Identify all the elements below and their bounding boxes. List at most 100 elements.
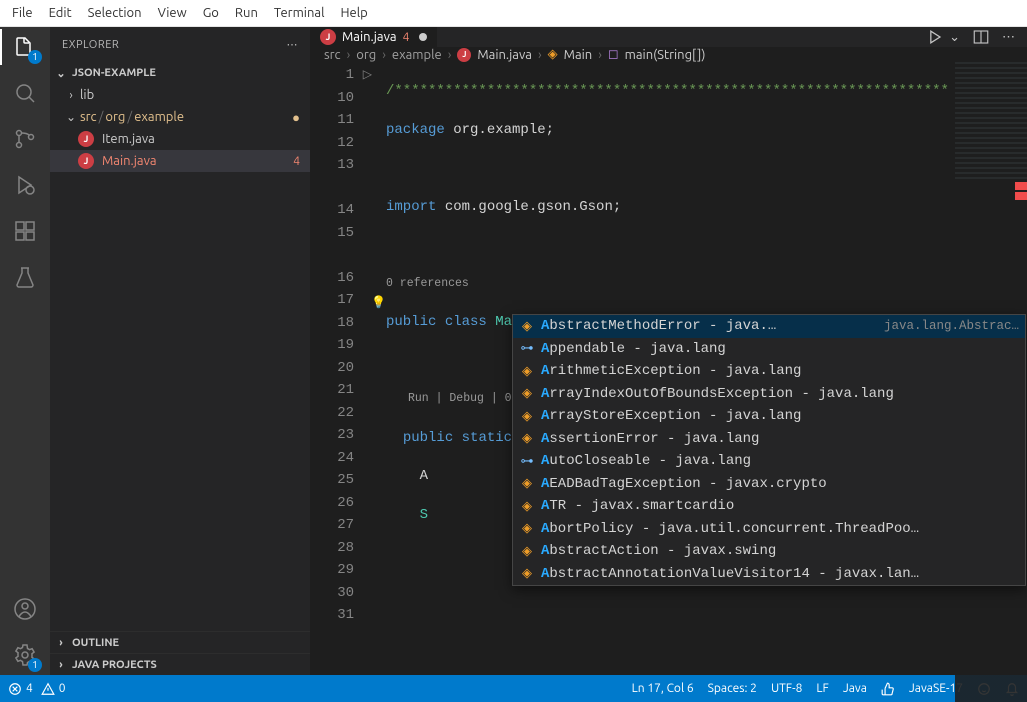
suggest-label: AbstractMethodError - java.… xyxy=(541,318,776,334)
interface-symbol-icon: ⊶ xyxy=(519,454,535,469)
breadcrumb-item[interactable]: main(String[]) xyxy=(625,48,706,62)
suggest-item[interactable]: ◈ArrayIndexOutOfBoundsException - java.l… xyxy=(513,383,1025,406)
line-number: 13 xyxy=(310,154,374,177)
java-projects-header[interactable]: › JAVA PROJECTS xyxy=(50,653,310,675)
split-editor-icon[interactable] xyxy=(972,28,990,46)
code-area[interactable]: /***************************************… xyxy=(374,62,1027,702)
line-number: 31 xyxy=(310,604,374,627)
java-projects-label: JAVA PROJECTS xyxy=(72,659,157,671)
tab-error-count: 4 xyxy=(403,31,410,44)
breadcrumb-item[interactable]: Main xyxy=(564,48,593,62)
menu-view[interactable]: View xyxy=(150,0,195,27)
suggest-item[interactable]: ◈ ATR - javax.smartcardio xyxy=(513,495,1025,518)
class-symbol-icon: ◈ xyxy=(519,499,535,514)
line-number: 27 xyxy=(310,514,374,537)
run-editor-icon[interactable] xyxy=(925,27,945,47)
settings-badge: 1 xyxy=(28,658,42,672)
class-symbol-icon: ◈ xyxy=(519,431,535,446)
suggest-widget[interactable]: ◈AbstractMethodError - java.…java.lang.A… xyxy=(512,314,1026,586)
menu-go[interactable]: Go xyxy=(195,0,227,27)
suggest-item[interactable]: ⊶Appendable - java.lang xyxy=(513,338,1025,361)
breadcrumb-item[interactable]: src xyxy=(324,48,341,62)
menu-edit[interactable]: Edit xyxy=(41,0,80,27)
settings-gear-icon[interactable]: 1 xyxy=(11,641,39,669)
editor[interactable]: 1 10 11 12 13 14 15 16 17 18 19 20 21 22… xyxy=(310,62,1027,702)
line-number: 23 xyxy=(310,424,374,447)
error-count: 4 xyxy=(293,155,300,168)
line-number: 28 xyxy=(310,537,374,560)
breadcrumbs[interactable]: src› org› example› J Main.java› ◈ Main› … xyxy=(310,47,1027,62)
modified-dot-icon: ● xyxy=(292,110,300,125)
tabs-bar: J Main.java 4 ⌄ ⋯ xyxy=(310,27,1027,47)
dirty-indicator-icon xyxy=(419,33,427,41)
suggest-label: AbstractAnnotationValueVisitor14 - javax… xyxy=(541,566,919,582)
suggest-item[interactable]: ◈ArrayStoreException - java.lang xyxy=(513,405,1025,428)
suggest-item[interactable]: ◈AbstractAction - javax.swing xyxy=(513,540,1025,563)
java-file-icon: J xyxy=(78,131,94,147)
chevron-down-icon: ⌄ xyxy=(64,110,78,124)
suggest-label: AbstractAction - javax.swing xyxy=(541,543,776,559)
source-control-icon[interactable] xyxy=(11,125,39,153)
suggest-item[interactable]: ◈ArithmeticException - java.lang xyxy=(513,360,1025,383)
run-debug-icon[interactable] xyxy=(11,171,39,199)
suggest-label: ATR - javax.smartcardio xyxy=(541,498,734,514)
suggest-label: AutoCloseable - java.lang xyxy=(541,453,751,469)
menubar: File Edit Selection View Go Run Terminal… xyxy=(0,0,1027,27)
menu-run[interactable]: Run xyxy=(227,0,266,27)
menu-help[interactable]: Help xyxy=(332,0,375,27)
line-number: 20 xyxy=(310,357,374,380)
line-number: 16 xyxy=(310,267,374,290)
tab-main-java[interactable]: J Main.java 4 xyxy=(310,27,438,47)
line-number: 1 xyxy=(310,64,374,87)
suggest-label: Appendable - java.lang xyxy=(541,341,726,357)
line-number: 15 xyxy=(310,222,374,245)
sidebar-more-icon[interactable]: ⋯ xyxy=(287,38,299,51)
breadcrumb-item[interactable]: org xyxy=(356,48,376,62)
chevron-right-icon: › xyxy=(64,89,78,102)
explorer-icon[interactable]: 1 xyxy=(11,33,39,61)
tree-file-item-java[interactable]: J Item.java xyxy=(50,128,310,150)
menu-terminal[interactable]: Terminal xyxy=(266,0,333,27)
line-number: 26 xyxy=(310,492,374,515)
status-errors[interactable]: 4 xyxy=(8,682,33,696)
explorer-badge: 1 xyxy=(28,50,42,64)
gutter: 1 10 11 12 13 14 15 16 17 18 19 20 21 22… xyxy=(310,62,374,702)
editor-more-icon[interactable]: ⋯ xyxy=(1002,30,1015,45)
search-icon[interactable] xyxy=(11,79,39,107)
class-symbol-icon: ◈ xyxy=(519,476,535,491)
tree-file-main-java[interactable]: J Main.java 4 xyxy=(50,150,310,172)
suggest-item[interactable]: ◈AssertionError - java.lang xyxy=(513,428,1025,451)
error-marker xyxy=(1015,192,1027,200)
line-number: 12 xyxy=(310,132,374,155)
line-number: 10 xyxy=(310,87,374,110)
line-number: 11 xyxy=(310,109,374,132)
sidebar: EXPLORER ⋯ ⌄ JSON-EXAMPLE › lib ⌄ src/or… xyxy=(50,27,310,675)
tree-folder-src-org-example[interactable]: ⌄ src/org/example ● xyxy=(50,106,310,128)
project-header[interactable]: ⌄ JSON-EXAMPLE xyxy=(50,62,310,84)
breadcrumb-item[interactable]: example xyxy=(392,48,442,62)
suggest-item[interactable]: ◈AEADBadTagException - javax.crypto xyxy=(513,473,1025,496)
suggest-item[interactable]: ◈AbortPolicy - java.util.concurrent.Thre… xyxy=(513,518,1025,541)
status-warnings[interactable]: 0 xyxy=(41,682,66,696)
menu-file[interactable]: File xyxy=(4,0,41,27)
menu-selection[interactable]: Selection xyxy=(80,0,150,27)
chevron-right-icon: › xyxy=(54,659,68,671)
suggest-item[interactable]: ◈AbstractMethodError - java.…java.lang.A… xyxy=(513,315,1025,338)
accounts-icon[interactable] xyxy=(11,595,39,623)
suggest-item[interactable]: ⊶ AutoCloseable - java.lang xyxy=(513,450,1025,473)
suggest-item[interactable]: ◈AbstractAnnotationValueVisitor14 - java… xyxy=(513,563,1025,586)
breadcrumb-item[interactable]: Main.java xyxy=(477,48,532,62)
tree-folder-lib[interactable]: › lib xyxy=(50,84,310,106)
extensions-icon[interactable] xyxy=(11,217,39,245)
project-name: JSON-EXAMPLE xyxy=(72,67,156,79)
class-symbol-icon: ◈ xyxy=(519,364,535,379)
outline-header[interactable]: › OUTLINE xyxy=(50,631,310,653)
suggest-label: ArrayIndexOutOfBoundsException - java.la… xyxy=(541,386,894,402)
run-dropdown-icon[interactable]: ⌄ xyxy=(949,30,960,45)
tab-label: Main.java xyxy=(342,30,397,44)
error-marker xyxy=(1015,182,1027,190)
java-file-icon: J xyxy=(320,29,336,45)
testing-icon[interactable] xyxy=(11,263,39,291)
codelens-references[interactable]: 0 references xyxy=(374,273,1027,296)
line-number: 19 xyxy=(310,334,374,357)
